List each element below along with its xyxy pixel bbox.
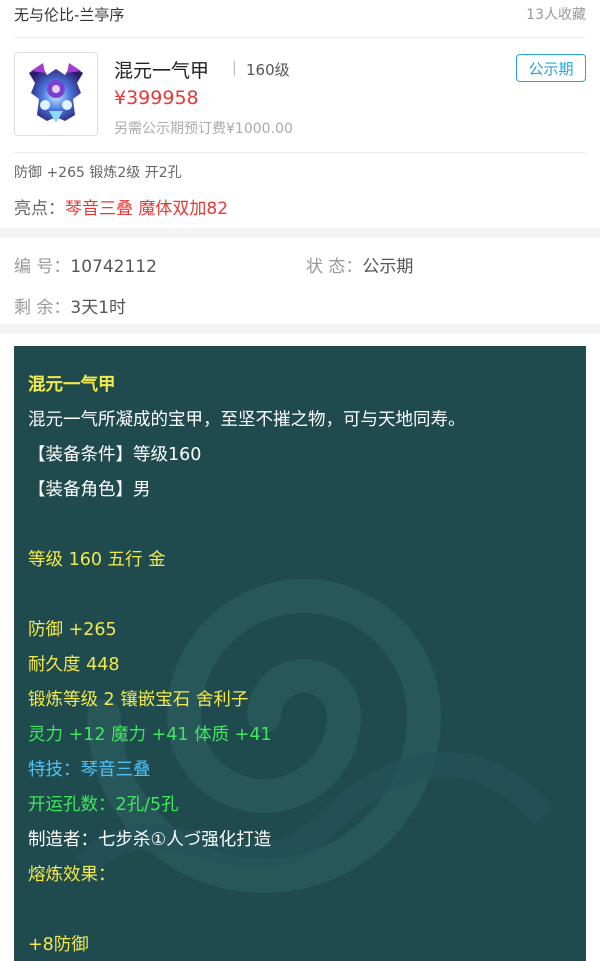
description-line [28,578,578,613]
seller-name[interactable]: 无与伦比-兰亭序 [14,4,124,25]
description-line: 等级 160 五行 金 [28,550,166,570]
description-line: 【装备角色】男 [28,480,151,500]
status-badge: 公示期 [516,54,586,82]
description-line [28,893,578,928]
section-gap [0,324,600,334]
remaining-label: 剩 余： [14,298,71,318]
item-highlight: 亮点：琴音三叠 魔体双加82 [14,194,228,219]
description-line: 耐久度 448 [28,655,120,675]
description-lines: 混元一气甲混元一气所凝成的宝甲，至坚不摧之物，可与天地同寿。 【装备条件】等级16… [28,368,578,961]
description-line: 混元一气甲 [28,375,116,395]
description-line: 【装备条件】等级160 [28,445,202,465]
name-level-divider: | [232,60,237,76]
seller-bar: 无与伦比-兰亭序 13人收藏 [0,0,600,28]
description-line: 灵力 +12 魔力 +41 体质 +41 [28,725,272,745]
description-line [28,508,578,543]
reservation-fee: 另需公示期预订费¥1000.00 [114,121,293,137]
favorite-count: 13人收藏 [526,7,586,23]
description-line: 混元一气所凝成的宝甲，至坚不摧之物，可与天地同寿。 [28,410,466,430]
description-line: 特技：琴音三叠 [28,760,151,780]
armor-image [21,59,91,129]
item-header: 混元一气甲 | 160级 公示期 ¥399958 另需公示期预订费¥1000.0… [14,50,586,140]
item-id-value: 10742112 [70,257,157,277]
highlight-label: 亮点： [14,199,65,219]
item-name: 混元一气甲 [114,60,210,82]
status-value: 公示期 [362,257,414,277]
status-row: 状 态：公示期 [306,252,413,277]
description-line: 制造者：七步杀①人づ强化打造 [28,830,272,850]
item-id-row: 编 号：10742112 [14,252,157,277]
description-line: 防御 +265 [28,620,117,640]
armor-item-icon[interactable] [14,52,98,136]
description-line: 锻炼等级 2 镶嵌宝石 舍利子 [28,690,249,710]
remaining-row: 剩 余：3天1时 [14,293,126,318]
description-line: 熔炼效果： [28,865,116,885]
item-price: ¥399958 [114,87,199,109]
item-description-panel: 混元一气甲混元一气所凝成的宝甲，至坚不摧之物，可与天地同寿。 【装备条件】等级16… [14,346,586,961]
status-label: 状 态： [306,257,363,277]
description-line: +8防御 [28,935,89,955]
item-id-label: 编 号： [14,257,71,277]
section-gap [0,228,600,238]
item-level: 160级 [246,61,290,79]
remaining-value: 3天1时 [70,298,127,318]
highlight-value: 琴音三叠 魔体双加82 [65,199,229,219]
divider [14,152,586,153]
divider [14,37,586,38]
description-line: 开运孔数：2孔/5孔 [28,795,179,815]
item-attributes: 防御 +265 锻炼2级 开2孔 [14,165,182,181]
